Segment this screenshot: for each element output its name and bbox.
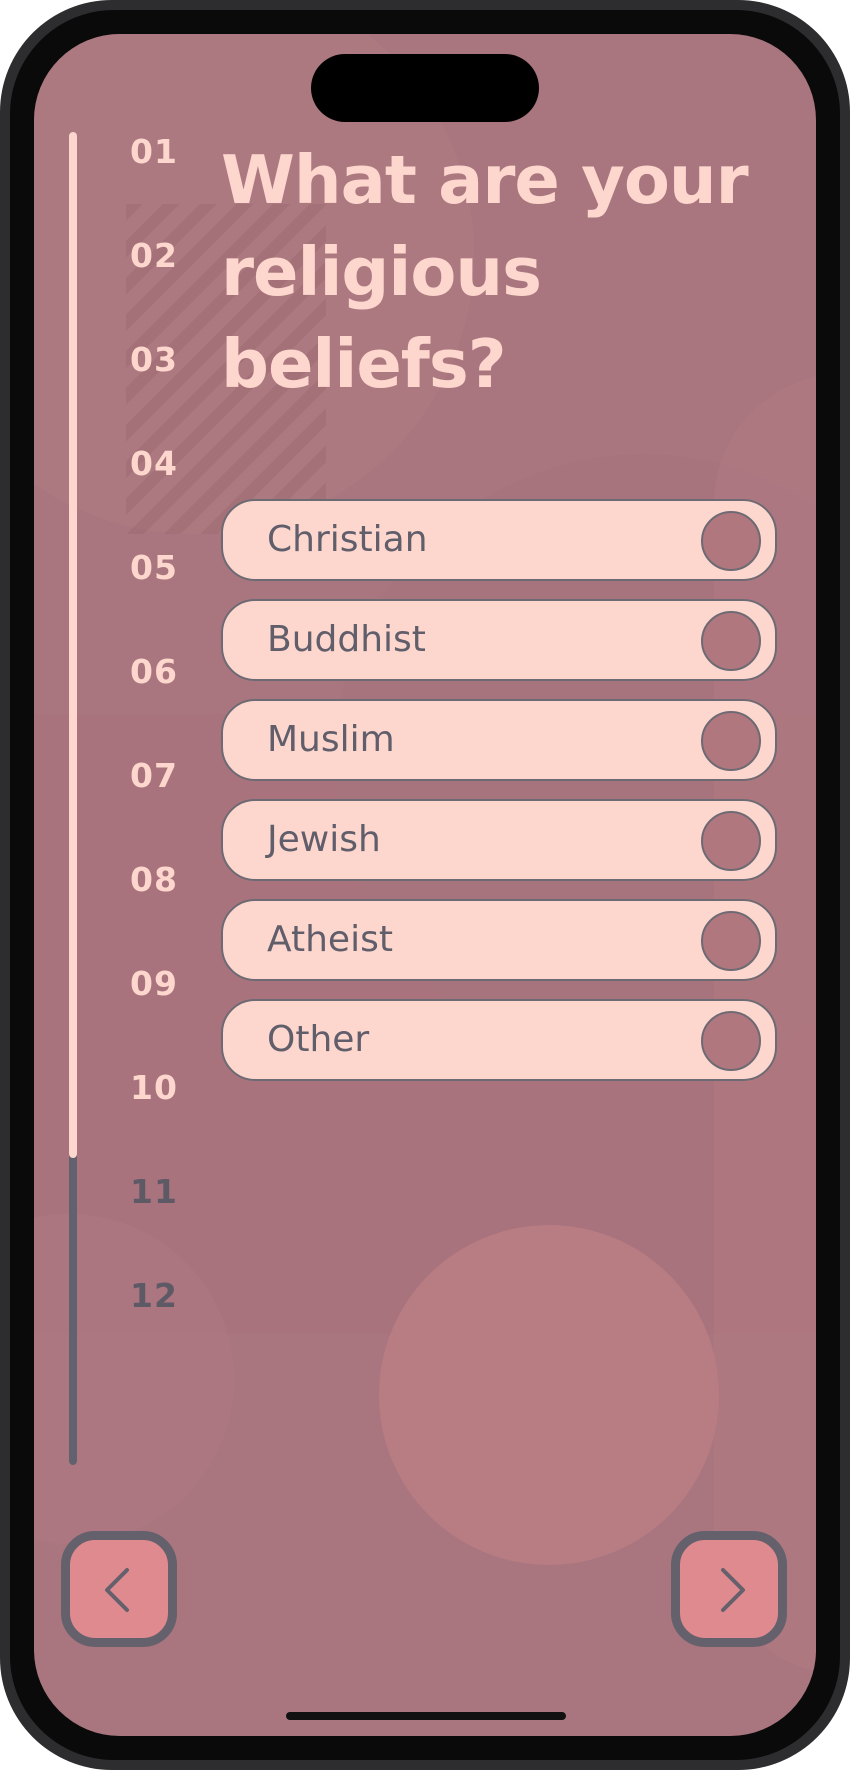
answer-option-label: Muslim (267, 719, 395, 760)
radio-circle-icon[interactable] (701, 811, 761, 871)
next-button[interactable] (671, 1531, 787, 1647)
answer-option[interactable]: Other (221, 999, 777, 1081)
answer-option[interactable]: Atheist (221, 899, 777, 981)
radio-circle-icon[interactable] (701, 711, 761, 771)
progress-track (69, 132, 77, 1465)
step-number: 04 (130, 444, 178, 483)
chevron-right-icon (721, 1568, 745, 1612)
step-number: 10 (130, 1068, 178, 1107)
step-number: 11 (130, 1172, 178, 1211)
answer-option-label: Atheist (267, 919, 393, 960)
home-indicator (286, 1712, 566, 1720)
background-circle (379, 1225, 719, 1565)
back-button[interactable] (61, 1531, 177, 1647)
radio-circle-icon[interactable] (701, 1011, 761, 1071)
answer-option-label: Other (267, 1019, 370, 1060)
step-number: 06 (130, 652, 178, 691)
answer-option[interactable]: Buddhist (221, 599, 777, 681)
step-number: 07 (130, 756, 178, 795)
answer-option-label: Buddhist (267, 619, 426, 660)
app-screen: 01 02 03 04 05 06 07 08 09 10 11 12 What are your r… (34, 34, 816, 1736)
step-number: 02 (130, 236, 178, 275)
radio-circle-icon[interactable] (701, 511, 761, 571)
radio-circle-icon[interactable] (701, 911, 761, 971)
step-number: 08 (130, 860, 178, 899)
phone-frame: 01 02 03 04 05 06 07 08 09 10 11 12 What are your r… (0, 0, 850, 1770)
step-list: 01 02 03 04 05 06 07 08 09 10 11 12 (114, 132, 194, 1492)
step-number: 09 (130, 964, 178, 1003)
question-title: What are your religious beliefs? (221, 141, 749, 403)
dynamic-island (311, 54, 539, 122)
answer-option[interactable]: Jewish (221, 799, 777, 881)
answer-option[interactable]: Christian (221, 499, 777, 581)
answer-option-label: Christian (267, 519, 428, 560)
step-number: 03 (130, 340, 178, 379)
answer-option-label: Jewish (267, 819, 381, 860)
step-number: 05 (130, 548, 178, 587)
step-number: 01 (130, 132, 178, 171)
answer-option[interactable]: Muslim (221, 699, 777, 781)
step-number: 12 (130, 1276, 178, 1315)
chevron-left-icon (105, 1568, 129, 1612)
radio-circle-icon[interactable] (701, 611, 761, 671)
progress-fill (69, 132, 77, 1158)
